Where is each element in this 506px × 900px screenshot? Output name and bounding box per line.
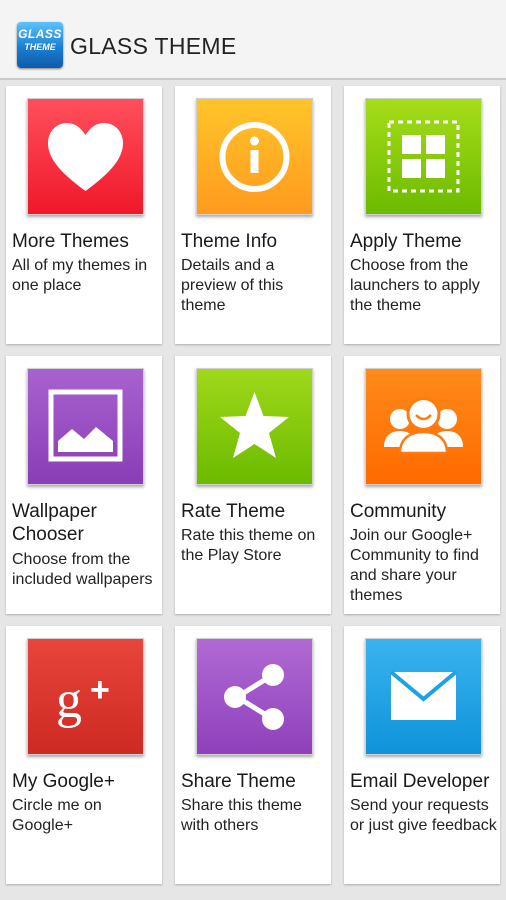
card-title: More Themes: [12, 231, 129, 252]
card-title: Community: [350, 501, 447, 522]
card-title: Wallpaper Chooser: [12, 501, 97, 545]
wallpaper-image-icon: [48, 389, 123, 462]
app-logo-text-1: GLASS: [18, 27, 62, 41]
card-theme-info[interactable]: Theme Info Details and a preview of this…: [175, 86, 331, 344]
tile-theme-info: [196, 98, 313, 215]
card-share-theme[interactable]: Share Theme Share this theme with others: [175, 626, 331, 884]
app-title: GLASS THEME: [70, 33, 237, 59]
card-description: Share this theme with others: [181, 797, 302, 834]
card-more-themes[interactable]: More Themes All of my themes in one plac…: [6, 86, 162, 344]
card-community[interactable]: Community Join our Google+ Community to …: [344, 356, 500, 614]
menu-grid: More Themes All of my themes in one plac…: [0, 80, 506, 900]
card-my-google-plus[interactable]: g + My Google+ Circle me on Google+: [6, 626, 162, 884]
card-description: Send your requests or just give feedback: [350, 797, 497, 834]
app-logo-text-2: THEME: [24, 42, 56, 52]
apply-grid-icon: [387, 120, 460, 193]
app-logo-icon: GLASS THEME: [17, 22, 63, 68]
svg-text:+: +: [90, 671, 110, 709]
tile-my-google-plus: g +: [27, 638, 144, 755]
card-title: Apply Theme: [350, 231, 462, 252]
card-apply-theme[interactable]: Apply Theme Choose from the launchers to…: [344, 86, 500, 344]
svg-text:g: g: [56, 672, 82, 729]
tile-community: [365, 368, 482, 485]
card-title: My Google+: [12, 771, 115, 792]
heart-icon: [48, 123, 123, 191]
card-description: Circle me on Google+: [12, 797, 102, 834]
card-title: Rate Theme: [181, 501, 286, 522]
card-description: All of my themes in one place: [12, 257, 148, 294]
card-description: Choose from the included wallpapers: [12, 551, 153, 588]
card-wallpaper-chooser[interactable]: Wallpaper Chooser Choose from the includ…: [6, 356, 162, 614]
google-plus-icon: g +: [56, 671, 110, 729]
card-description: Details and a preview of this theme: [181, 257, 284, 314]
tile-apply-theme: [365, 98, 482, 215]
tile-share-theme: [196, 638, 313, 755]
tile-email-developer: [365, 638, 482, 755]
card-email-developer[interactable]: Email Developer Send your requests or ju…: [344, 626, 500, 884]
card-description: Choose from the launchers to apply the t…: [350, 257, 480, 314]
info-icon: [219, 122, 290, 192]
share-icon: [224, 664, 284, 730]
tile-wallpaper-chooser: [27, 368, 144, 485]
tile-rate-theme: [196, 368, 313, 485]
app-bar: GLASS THEME GLASS THEME: [0, 0, 506, 80]
card-title: Theme Info: [181, 231, 278, 252]
card-rate-theme[interactable]: Rate Theme Rate this theme on the Play S…: [175, 356, 331, 614]
card-title: Share Theme: [181, 771, 296, 792]
tile-more-themes: [27, 98, 144, 215]
card-description: Rate this theme on the Play Store: [181, 527, 316, 564]
email-envelope-icon: [389, 670, 458, 720]
star-icon: [220, 392, 289, 458]
card-description: Join our Google+ Community to find and s…: [350, 527, 479, 604]
card-title: Email Developer: [350, 771, 490, 792]
community-people-icon: [384, 397, 463, 455]
